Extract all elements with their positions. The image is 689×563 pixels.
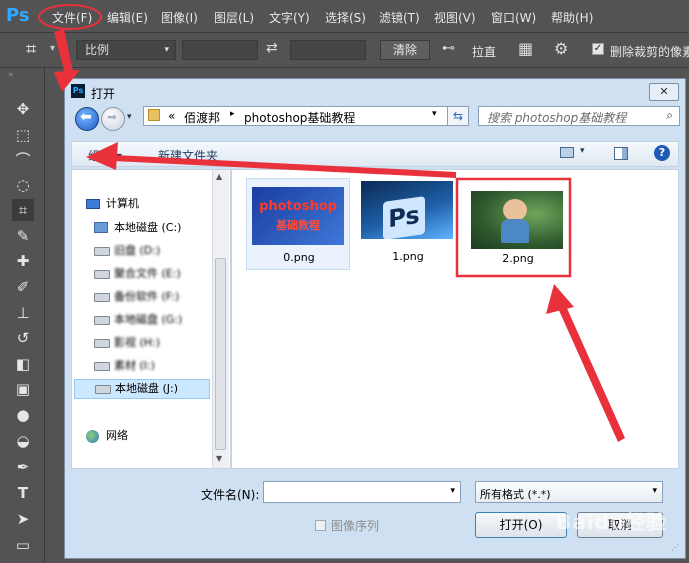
- annotation-arrow-shaft: [94, 154, 456, 178]
- annotation-overlay: [54, 29, 625, 442]
- annotation-arrow-shaft: [553, 295, 625, 442]
- watermark: Baidu经验: [556, 510, 668, 534]
- annotation-highlight-box: [455, 177, 572, 278]
- annotation-arrowhead: [86, 142, 118, 170]
- annotation-arrow-shaft: [54, 29, 74, 78]
- annotation-arrowhead: [54, 70, 80, 92]
- annotation-arrowhead: [546, 284, 574, 314]
